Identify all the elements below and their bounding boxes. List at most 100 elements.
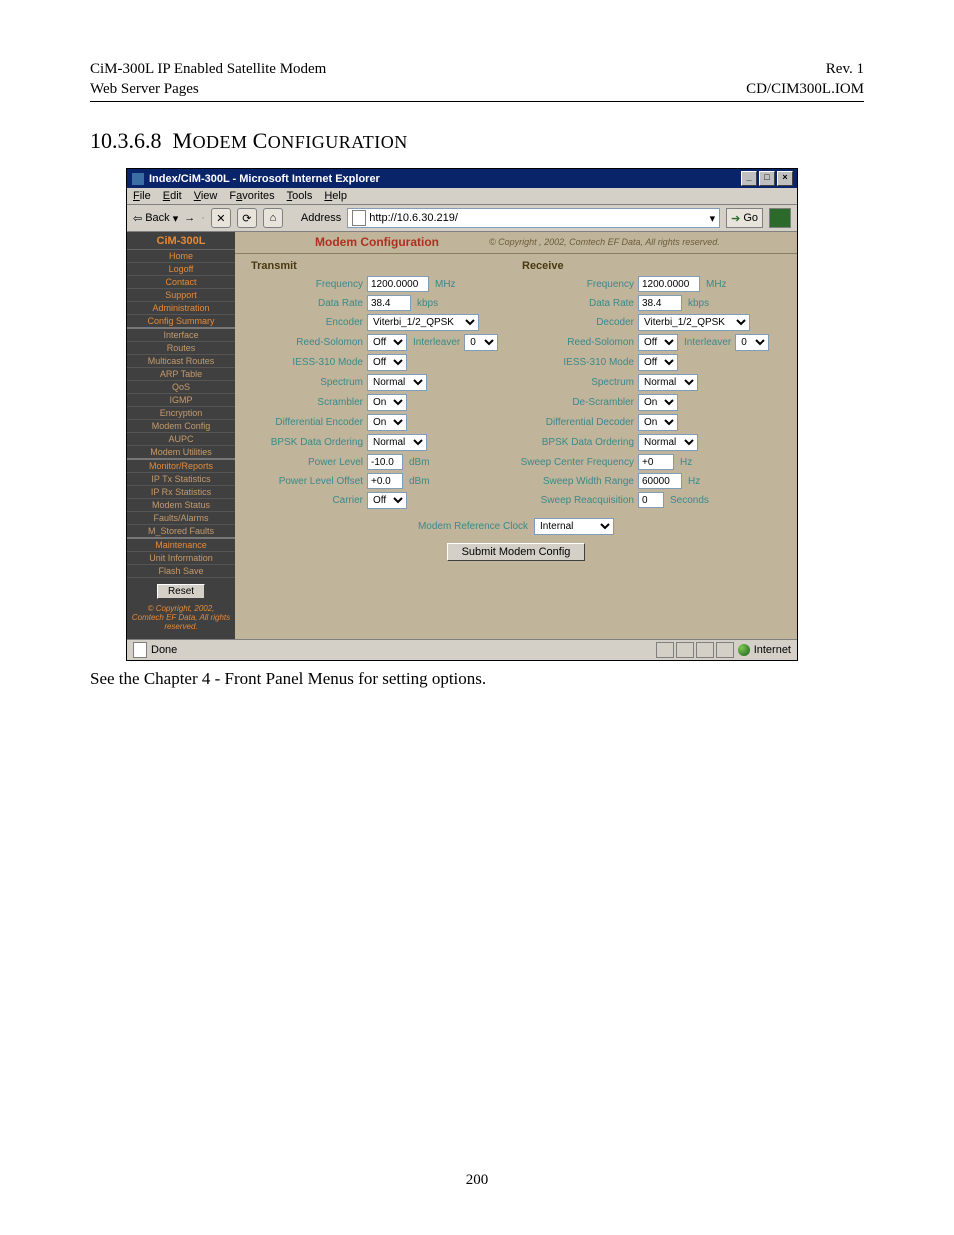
rx-rs-select[interactable]: Off xyxy=(638,334,678,351)
page-icon xyxy=(133,642,147,658)
sidebar-item-interface[interactable]: Interface xyxy=(127,329,235,342)
tx-encoder-select[interactable]: Viterbi_1/2_QPSK xyxy=(367,314,479,331)
tx-diff-select[interactable]: On xyxy=(367,414,407,431)
sidebar-item-contact[interactable]: Contact xyxy=(127,276,235,289)
submit-button[interactable]: Submit Modem Config xyxy=(447,543,586,561)
rx-frequency-field[interactable] xyxy=(638,276,700,292)
sidebar-item-config-summary[interactable]: Config Summary xyxy=(127,315,235,329)
sidebar-item-ip-tx-statistics[interactable]: IP Tx Statistics xyxy=(127,473,235,486)
sidebar-item-modem-utilities[interactable]: Modem Utilities xyxy=(127,446,235,460)
sidebar-item-administration[interactable]: Administration xyxy=(127,302,235,315)
sidebar-item-aupc[interactable]: AUPC xyxy=(127,433,235,446)
window-close-button[interactable]: × xyxy=(777,171,793,186)
rx-spectrum-label: Spectrum xyxy=(516,377,634,388)
browser-window: Index/CiM-300L - Microsoft Internet Expl… xyxy=(126,168,798,661)
rx-sweep-reacq-field[interactable] xyxy=(638,492,664,508)
address-value: http://10.6.30.219/ xyxy=(369,212,458,224)
rx-bpsk-select[interactable]: Normal xyxy=(638,434,698,451)
rx-interleaver-select[interactable]: 0 xyxy=(735,334,769,351)
tx-spectrum-select[interactable]: Normal xyxy=(367,374,427,391)
sidebar-item-encryption[interactable]: Encryption xyxy=(127,407,235,420)
tx-datarate-field[interactable] xyxy=(367,295,411,311)
menu-help[interactable]: Help xyxy=(324,190,347,202)
rx-decoder-label: Decoder xyxy=(516,317,634,328)
main-panel: Modem Configuration © Copyright , 2002, … xyxy=(235,232,797,639)
go-button[interactable]: ➔Go xyxy=(726,208,763,228)
tx-frequency-label: Frequency xyxy=(245,279,363,290)
sidebar-item-monitor-reports[interactable]: Monitor/Reports xyxy=(127,460,235,473)
rx-bpsk-label: BPSK Data Ordering xyxy=(516,437,634,448)
address-label: Address xyxy=(301,212,341,224)
rx-decoder-select[interactable]: Viterbi_1/2_QPSK xyxy=(638,314,750,331)
sidebar-item-modem-status[interactable]: Modem Status xyxy=(127,499,235,512)
sidebar-item-arp-table[interactable]: ARP Table xyxy=(127,368,235,381)
rx-iess-label: IESS-310 Mode xyxy=(516,357,634,368)
window-titlebar[interactable]: Index/CiM-300L - Microsoft Internet Expl… xyxy=(127,169,797,188)
sidebar-item-routes[interactable]: Routes xyxy=(127,342,235,355)
home-button[interactable]: ⌂ xyxy=(263,208,283,228)
tx-carrier-label: Carrier xyxy=(245,495,363,506)
sidebar-item-multicast-routes[interactable]: Multicast Routes xyxy=(127,355,235,368)
sidebar-item-qos[interactable]: QoS xyxy=(127,381,235,394)
sidebar-item-stored-faults[interactable]: M_Stored Faults xyxy=(127,525,235,539)
tx-scrambler-select[interactable]: On xyxy=(367,394,407,411)
back-button[interactable]: ⇦ Back ▾ xyxy=(133,212,178,225)
sidebar-item-logoff[interactable]: Logoff xyxy=(127,263,235,276)
ref-clock-select[interactable]: Internal xyxy=(534,518,614,535)
page-header: CiM-300L IP Enabled Satellite Modem Web … xyxy=(90,60,864,102)
rx-sweep-center-field[interactable] xyxy=(638,454,674,470)
reset-button[interactable]: Reset xyxy=(157,584,205,599)
tx-frequency-field[interactable] xyxy=(367,276,429,292)
menu-favorites[interactable]: Favorites xyxy=(229,190,274,202)
tx-power-label: Power Level xyxy=(245,457,363,468)
sidebar-item-support[interactable]: Support xyxy=(127,289,235,302)
tx-power-offset-field[interactable] xyxy=(367,473,403,489)
window-maximize-button[interactable]: □ xyxy=(759,171,775,186)
ie-icon xyxy=(131,172,145,186)
security-zone: Internet xyxy=(754,644,791,656)
rx-descrambler-select[interactable]: On xyxy=(638,394,678,411)
refresh-button[interactable]: ⟳ xyxy=(237,208,257,228)
menu-view[interactable]: View xyxy=(194,190,218,202)
sidebar-copyright: © Copyright, 2002, Comtech EF Data, All … xyxy=(127,603,235,633)
rx-diff-label: Differential Decoder xyxy=(516,417,634,428)
stop-button[interactable]: ✕ xyxy=(211,208,231,228)
tx-power-field[interactable] xyxy=(367,454,403,470)
menu-tools[interactable]: Tools xyxy=(287,190,313,202)
globe-icon xyxy=(738,644,750,656)
rx-frequency-label: Frequency xyxy=(516,279,634,290)
figure-caption: See the Chapter 4 - Front Panel Menus fo… xyxy=(90,669,864,689)
sidebar-item-flash-save[interactable]: Flash Save xyxy=(127,565,235,578)
rx-diff-select[interactable]: On xyxy=(638,414,678,431)
sidebar-item-modem-config[interactable]: Modem Config xyxy=(127,420,235,433)
sidebar-item-igmp[interactable]: IGMP xyxy=(127,394,235,407)
rx-descrambler-label: De-Scrambler xyxy=(516,397,634,408)
sidebar-item-unit-information[interactable]: Unit Information xyxy=(127,552,235,565)
rx-datarate-label: Data Rate xyxy=(516,298,634,309)
sidebar-item-maintenance[interactable]: Maintenance xyxy=(127,539,235,552)
forward-button[interactable]: → xyxy=(184,212,195,224)
window-minimize-button[interactable]: _ xyxy=(741,171,757,186)
sidebar: CiM-300L Home Logoff Contact Support Adm… xyxy=(127,232,235,639)
tx-interleaver-select[interactable]: 0 xyxy=(464,334,498,351)
address-field[interactable]: http://10.6.30.219/ ▾ xyxy=(347,208,720,228)
rx-datarate-field[interactable] xyxy=(638,295,682,311)
rx-spectrum-select[interactable]: Normal xyxy=(638,374,698,391)
links-button[interactable] xyxy=(769,208,791,228)
menu-edit[interactable]: Edit xyxy=(163,190,182,202)
tx-datarate-label: Data Rate xyxy=(245,298,363,309)
header-product: CiM-300L IP Enabled Satellite Modem xyxy=(90,60,326,80)
tx-rs-select[interactable]: Off xyxy=(367,334,407,351)
sidebar-item-faults-alarms[interactable]: Faults/Alarms xyxy=(127,512,235,525)
header-docid: CD/CIM300L.IOM xyxy=(746,80,864,100)
rx-sweep-width-field[interactable] xyxy=(638,473,682,489)
menu-file[interactable]: File xyxy=(133,190,151,202)
page-copyright: © Copyright , 2002, Comtech EF Data, All… xyxy=(489,237,720,247)
tx-bpsk-select[interactable]: Normal xyxy=(367,434,427,451)
sidebar-item-home[interactable]: Home xyxy=(127,250,235,263)
tx-carrier-select[interactable]: Off xyxy=(367,492,407,509)
tx-iess-select[interactable]: Off xyxy=(367,354,407,371)
tx-encoder-label: Encoder xyxy=(245,317,363,328)
rx-iess-select[interactable]: Off xyxy=(638,354,678,371)
sidebar-item-ip-rx-statistics[interactable]: IP Rx Statistics xyxy=(127,486,235,499)
